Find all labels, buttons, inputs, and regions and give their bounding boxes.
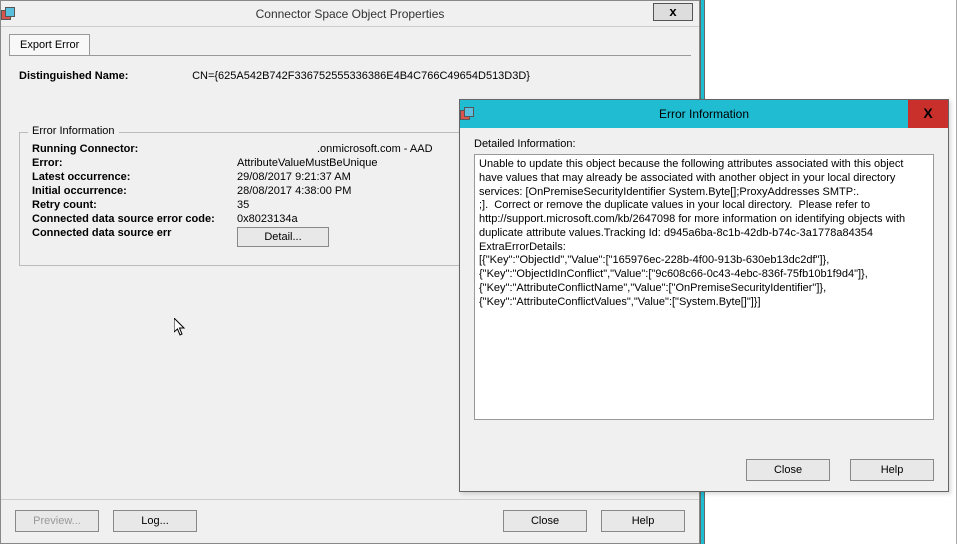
- latest-value: 29/08/2017 9:21:37 AM: [237, 171, 351, 183]
- error-close-x-button[interactable]: X: [908, 100, 948, 128]
- error-titlebar: Error Information X: [460, 100, 948, 128]
- error-window-title: Error Information: [659, 107, 749, 121]
- tab-export-error[interactable]: Export Error: [9, 34, 90, 55]
- initial-value: 28/08/2017 4:38:00 PM: [237, 185, 351, 197]
- main-close-btn[interactable]: Close: [503, 510, 587, 532]
- running-connector-value: .onmicrosoft.com - AAD: [317, 143, 433, 155]
- retry-label: Retry count:: [32, 199, 237, 211]
- log-button[interactable]: Log...: [113, 510, 197, 532]
- distinguished-name-row: Distinguished Name: CN={625A542B742F3367…: [19, 70, 681, 82]
- error-label: Error:: [32, 157, 237, 169]
- error-information-dialog: Error Information X Detailed Information…: [459, 99, 949, 492]
- latest-label: Latest occurrence:: [32, 171, 237, 183]
- error-bottom-bar: Close Help: [746, 459, 934, 481]
- main-window-title: Connector Space Object Properties: [256, 7, 445, 21]
- dn-label: Distinguished Name:: [19, 70, 189, 82]
- error-close-button[interactable]: Close: [746, 459, 830, 481]
- main-bottom-bar: Preview... Log... Close Help: [1, 499, 699, 543]
- tab-row: Export Error: [1, 27, 699, 55]
- main-close-button[interactable]: x: [653, 3, 693, 21]
- error-app-icon: [460, 107, 474, 121]
- app-forms-icon: [1, 7, 15, 21]
- error-body: Detailed Information:: [460, 128, 948, 433]
- cursor-icon: [174, 318, 188, 339]
- errmsg-label: Connected data source err: [32, 227, 237, 247]
- error-value: AttributeValueMustBeUnique: [237, 157, 377, 169]
- detail-button[interactable]: Detail...: [237, 227, 329, 247]
- errcode-value: 0x8023134a: [237, 213, 298, 225]
- running-connector-label: Running Connector:: [32, 143, 237, 155]
- error-help-button[interactable]: Help: [850, 459, 934, 481]
- initial-label: Initial occurrence:: [32, 185, 237, 197]
- preview-button[interactable]: Preview...: [15, 510, 99, 532]
- dn-value: CN={625A542B742F336752555336386E4B4C766C…: [192, 70, 530, 82]
- main-help-btn[interactable]: Help: [601, 510, 685, 532]
- errcode-label: Connected data source error code:: [32, 213, 237, 225]
- retry-value: 35: [237, 199, 249, 211]
- main-titlebar: Connector Space Object Properties x: [1, 1, 699, 27]
- detailed-info-textarea[interactable]: [474, 154, 934, 420]
- fieldset-legend: Error Information: [28, 125, 119, 137]
- detailed-info-label: Detailed Information:: [474, 138, 934, 150]
